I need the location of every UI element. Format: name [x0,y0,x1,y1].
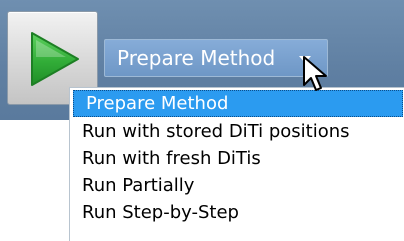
menu-item-prepare-method[interactable]: Prepare Method [73,90,403,117]
play-icon [31,32,79,86]
menu-item-run-step-by-step[interactable]: Run Step-by-Step [70,199,400,226]
menu-item-run-stored-diti[interactable]: Run with stored DiTi positions [70,118,400,145]
method-dropdown-menu: Prepare Method Run with stored DiTi posi… [69,87,404,241]
menu-item-run-fresh-ditis[interactable]: Run with fresh DiTis [70,145,400,172]
menu-item-label: Run Step-by-Step [82,202,239,223]
menu-item-run-partially[interactable]: Run Partially [70,172,400,199]
menu-item-label: Prepare Method [86,93,229,114]
menu-item-label: Run with fresh DiTis [82,148,261,169]
menu-item-label: Run with stored DiTi positions [82,121,350,142]
method-select-value: Prepare Method [117,46,276,70]
method-select[interactable]: Prepare Method [104,39,328,77]
menu-item-label: Run Partially [82,175,195,196]
mouse-pointer-icon [303,56,327,91]
